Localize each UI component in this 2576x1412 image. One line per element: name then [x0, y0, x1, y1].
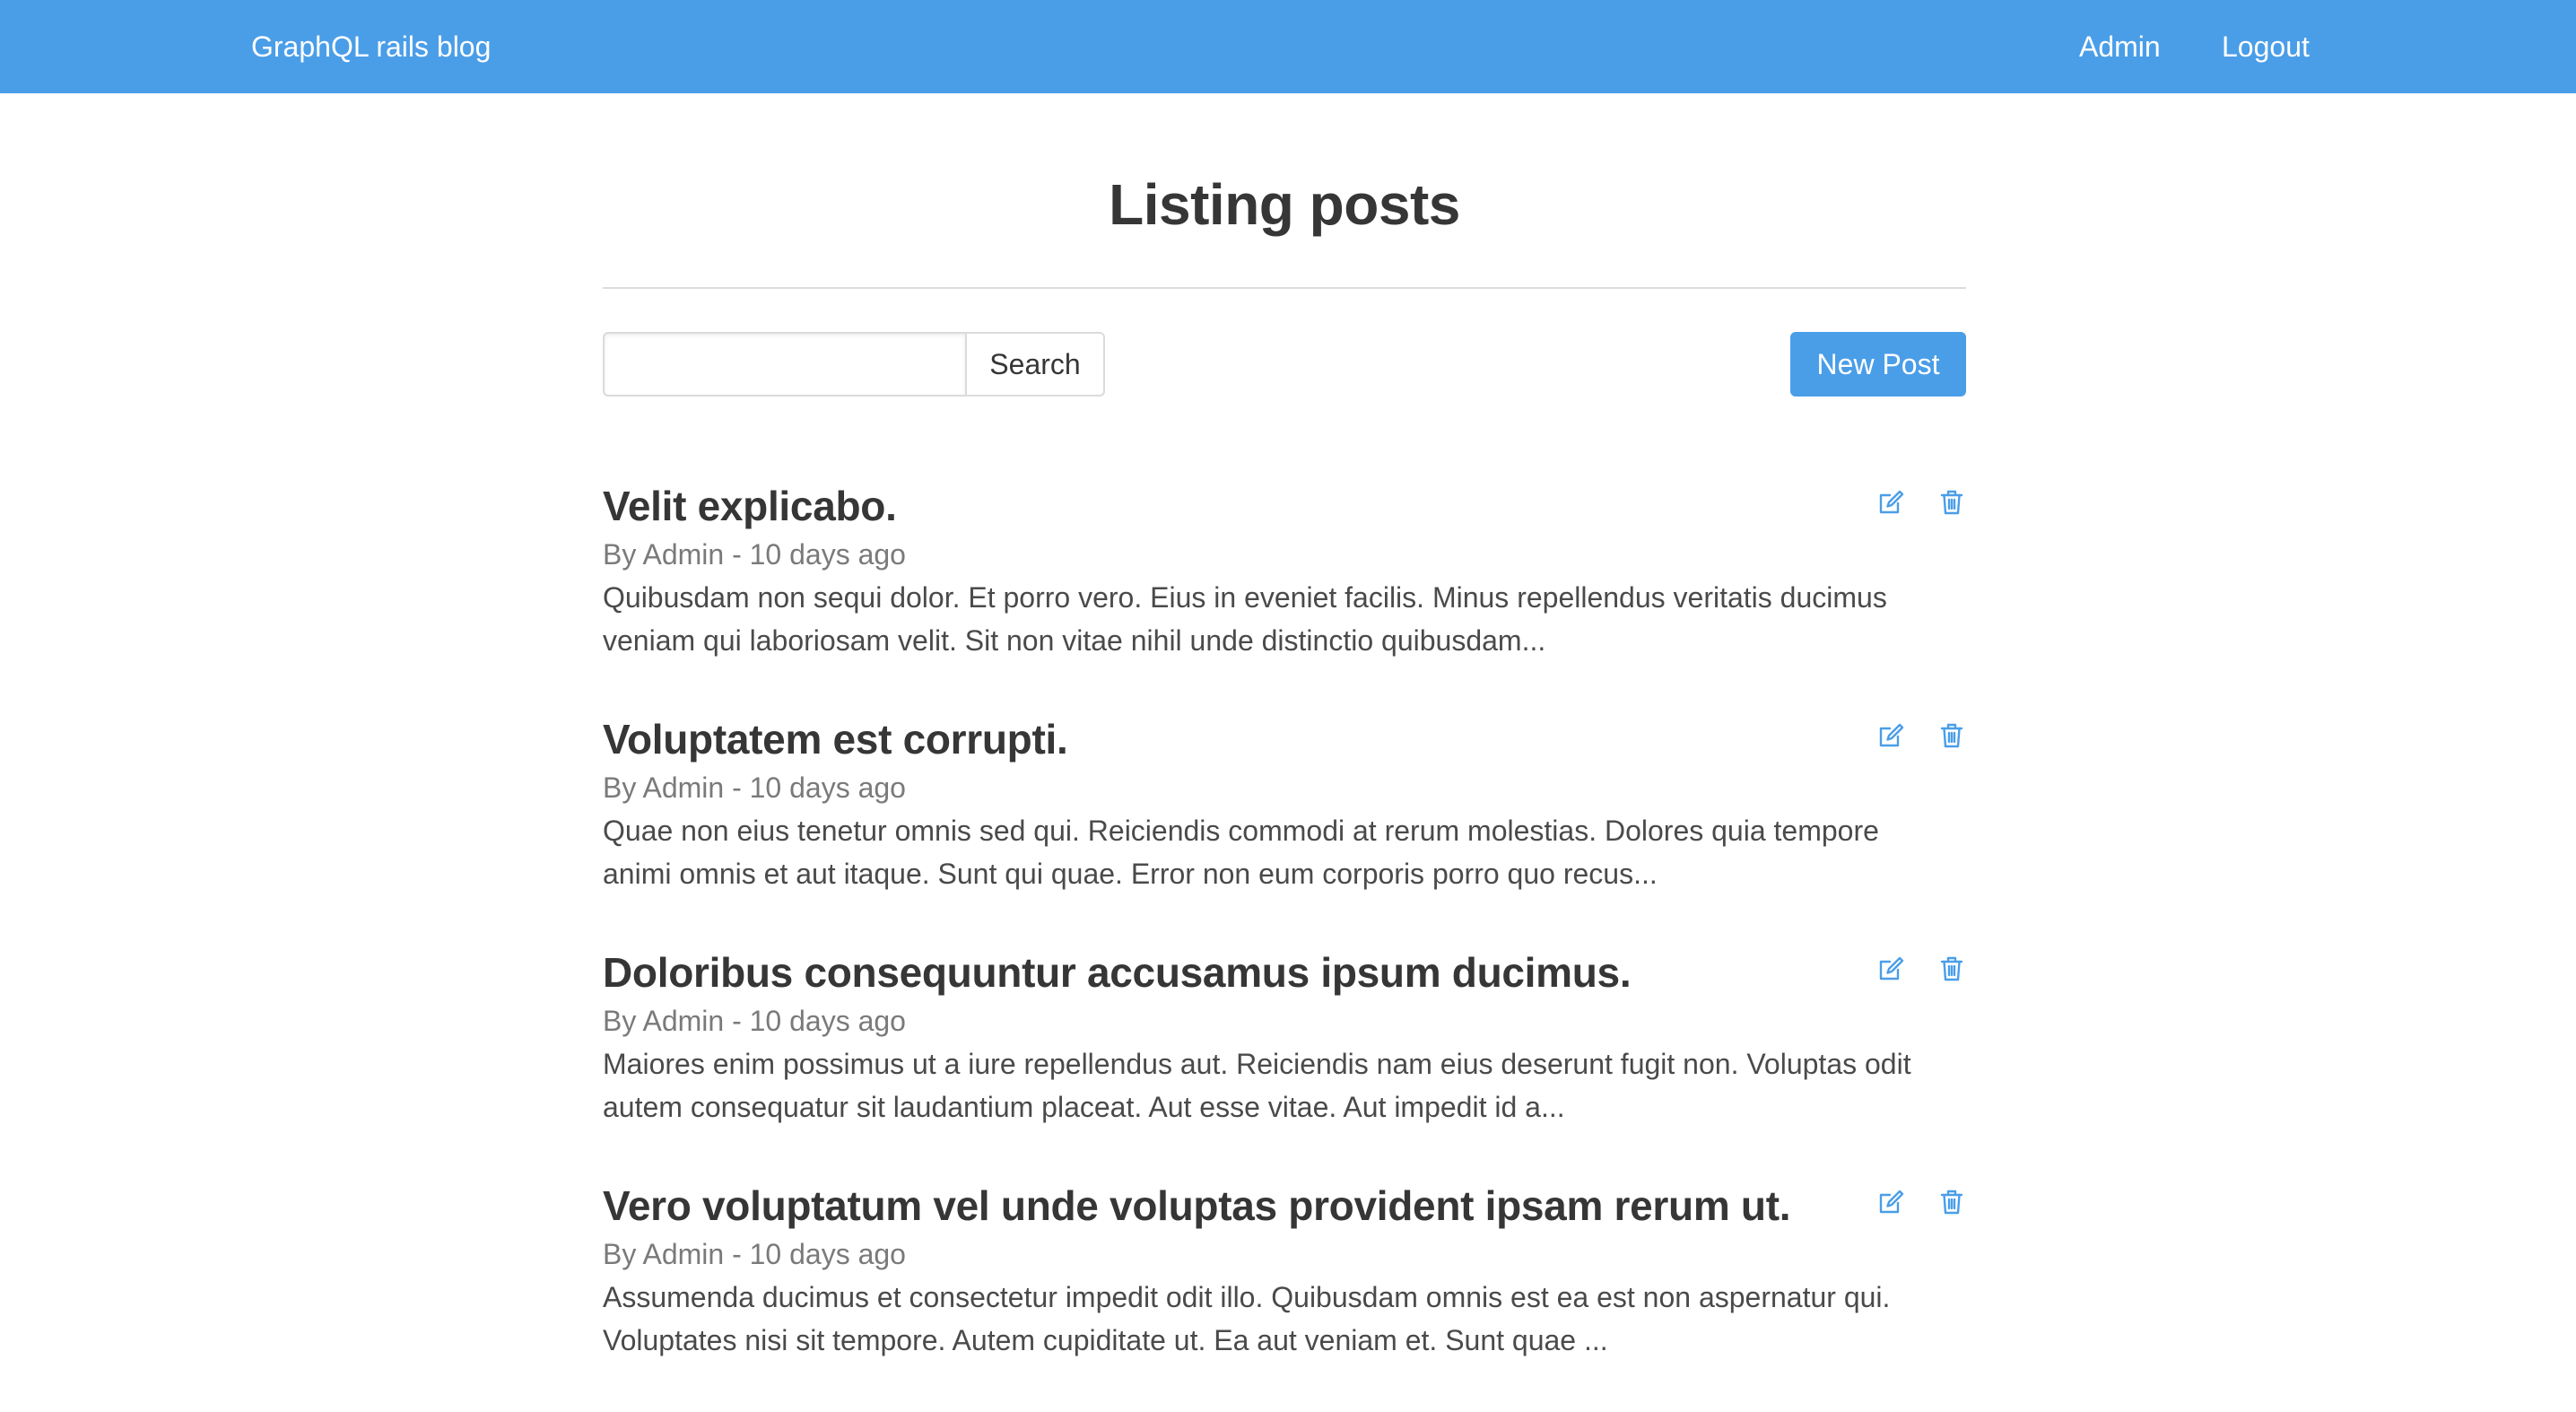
post-actions	[1876, 1188, 1966, 1216]
post-excerpt: Maiores enim possimus ut a iure repellen…	[603, 1048, 1911, 1123]
post-meta: By Admin - 10 days ago	[603, 1005, 906, 1037]
search-form: Search	[603, 332, 1105, 397]
logout-link[interactable]: Logout	[2222, 0, 2310, 93]
post-meta: By Admin - 10 days ago	[603, 1238, 906, 1270]
trash-icon[interactable]	[1937, 488, 1966, 517]
post-meta: By Admin - 10 days ago	[603, 771, 906, 804]
post-excerpt: Quae non eius tenetur omnis sed qui. Rei…	[603, 815, 1879, 890]
brand-link[interactable]: GraphQL rails blog	[251, 0, 491, 93]
post-item: Voluptatem est corrupti. By Admin - 10 d…	[603, 712, 1966, 946]
post-item: Vero voluptatum vel unde voluptas provid…	[603, 1179, 1966, 1412]
post-excerpt: Quibusdam non sequi dolor. Et porro vero…	[603, 581, 1887, 657]
post-title[interactable]: Doloribus consequuntur accusamus ipsum d…	[603, 946, 1632, 999]
post-title[interactable]: Voluptatem est corrupti.	[603, 712, 1068, 766]
post-actions	[1876, 954, 1966, 983]
title-divider	[603, 287, 1966, 289]
post-actions	[1876, 721, 1966, 750]
post-item: Doloribus consequuntur accusamus ipsum d…	[603, 946, 1966, 1179]
page-title: Listing posts	[1109, 172, 1460, 237]
search-button[interactable]: Search	[965, 332, 1105, 397]
trash-icon[interactable]	[1937, 721, 1966, 750]
posts-list: Velit explicabo. By Admin - 10 days ago …	[603, 479, 1966, 1412]
post-excerpt: Assumenda ducimus et consectetur impedit…	[603, 1281, 1891, 1356]
trash-icon[interactable]	[1937, 1188, 1966, 1216]
edit-icon[interactable]	[1876, 954, 1905, 983]
post-actions	[1876, 488, 1966, 517]
post-meta: By Admin - 10 days ago	[603, 538, 906, 571]
new-post-button[interactable]: New Post	[1790, 332, 1966, 397]
edit-icon[interactable]	[1876, 1188, 1905, 1216]
edit-icon[interactable]	[1876, 488, 1905, 517]
admin-link[interactable]: Admin	[2079, 0, 2161, 93]
trash-icon[interactable]	[1937, 954, 1966, 983]
search-input[interactable]	[603, 332, 965, 397]
post-item: Velit explicabo. By Admin - 10 days ago …	[603, 479, 1966, 712]
post-title[interactable]: Velit explicabo.	[603, 479, 897, 533]
top-navbar: GraphQL rails blog Admin Logout	[0, 0, 2576, 93]
post-title[interactable]: Vero voluptatum vel unde voluptas provid…	[603, 1179, 1791, 1233]
edit-icon[interactable]	[1876, 721, 1905, 750]
